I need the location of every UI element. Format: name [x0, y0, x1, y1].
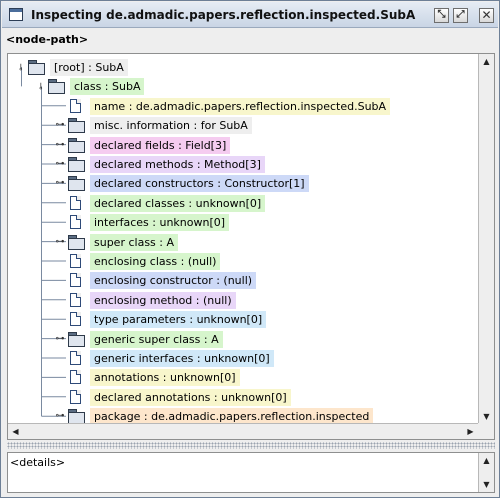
details-pane[interactable]: <details> ▲ ▼	[7, 452, 495, 493]
title-bar[interactable]: Inspecting de.admadic.papers.reflection.…	[2, 2, 498, 28]
tree-node-declared-methods[interactable]: ⊶ declared methods : Method[3]	[8, 155, 478, 173]
document-icon	[70, 273, 81, 288]
folder-icon	[68, 331, 85, 347]
document-icon	[70, 98, 81, 113]
scroll-up-icon[interactable]: ▲	[479, 54, 494, 69]
tree-vertical-scrollbar[interactable]: ▲ ▼	[478, 54, 494, 424]
window-icon	[9, 8, 23, 21]
tree-scroll-pane[interactable]: ⊸ [root] : SubA ⊸ class : SubA name : de.adm…	[7, 53, 495, 440]
document-icon	[70, 254, 81, 268]
tree-node-declared-annotations[interactable]: declared annotations : unknown[0]	[8, 388, 478, 406]
document-icon	[70, 370, 81, 385]
tree-node-label[interactable]: enclosing constructor : (null)	[90, 272, 257, 290]
details-scroll-up-icon[interactable]: ▲	[479, 453, 494, 468]
folder-icon	[28, 60, 45, 75]
folder-icon	[68, 409, 85, 424]
tree-node-generic-interfaces[interactable]: generic interfaces : unknown[0]	[8, 349, 478, 367]
maximize-icon[interactable]: ⤢	[453, 8, 468, 23]
tree-horizontal-scrollbar[interactable]: ◀ ▶	[8, 423, 478, 439]
tree-node-label[interactable]: name : de.admadic.papers.reflection.insp…	[90, 97, 391, 115]
expand-toggle-icon[interactable]: ⊶	[54, 177, 66, 189]
tree-node-declared-classes[interactable]: declared classes : unknown[0]	[8, 194, 478, 212]
inspection-tree[interactable]: ⊸ [root] : SubA ⊸ class : SubA name : de.adm…	[8, 54, 478, 424]
scroll-corner	[478, 423, 494, 439]
tree-node-label[interactable]: type parameters : unknown[0]	[90, 311, 267, 329]
document-icon	[70, 215, 81, 230]
document-icon	[70, 312, 81, 327]
tree-node-label[interactable]: declared constructors : Constructor[1]	[90, 175, 309, 193]
tree-node-interfaces[interactable]: interfaces : unknown[0]	[8, 213, 478, 232]
close-icon[interactable]: ✕	[479, 8, 494, 23]
tree-node-label[interactable]: enclosing class : (null)	[90, 253, 221, 270]
tree-node-label[interactable]: class : SubA	[70, 78, 145, 96]
tree-node-class[interactable]: ⊸ class : SubA	[8, 77, 478, 96]
tree-node-enclosing-constructor[interactable]: enclosing constructor : (null)	[8, 271, 478, 290]
folder-icon	[68, 157, 85, 172]
tree-node-label[interactable]: declared fields : Field[3]	[90, 136, 231, 154]
expand-toggle-icon[interactable]: ⊶	[54, 158, 66, 170]
details-vertical-scrollbar[interactable]: ▲ ▼	[478, 453, 494, 492]
tree-node-enclosing-method[interactable]: enclosing method : (null)	[8, 291, 478, 309]
collapse-toggle-icon[interactable]: ⊸	[14, 61, 26, 73]
tree-node-name[interactable]: name : de.admadic.papers.reflection.insp…	[8, 97, 478, 115]
document-icon	[70, 389, 81, 404]
document-icon	[70, 195, 81, 210]
tree-node-label[interactable]: interfaces : unknown[0]	[90, 214, 230, 232]
tree-node-generic-super-class[interactable]: ⊶ generic super class : A	[8, 330, 478, 348]
tree-node-enclosing-class[interactable]: enclosing class : (null)	[8, 252, 478, 270]
split-pane-divider[interactable]	[7, 442, 495, 449]
tree-node-type-parameters[interactable]: type parameters : unknown[0]	[8, 310, 478, 329]
collapse-toggle-icon[interactable]: ⊸	[34, 80, 46, 92]
folder-icon	[68, 137, 85, 153]
details-text: <details>	[10, 456, 66, 469]
tree-node-label[interactable]: enclosing method : (null)	[90, 291, 236, 309]
expand-toggle-icon[interactable]: ⊶	[54, 333, 66, 345]
tree-node-package[interactable]: ⊶ package : de.admadic.papers.reflection.…	[8, 407, 478, 424]
folder-icon	[68, 176, 85, 192]
iconify-icon[interactable]: ⤡	[434, 8, 449, 23]
tree-node-declared-fields[interactable]: ⊶ declared fields : Field[3]	[8, 136, 478, 154]
folder-icon	[68, 234, 85, 250]
tree-node-declared-constructors[interactable]: ⊶ declared constructors : Constructor[1]	[8, 174, 478, 193]
folder-icon	[68, 118, 85, 134]
tree-node-super-class[interactable]: ⊶ super class : A	[8, 233, 478, 251]
document-icon	[70, 292, 81, 307]
window-title: Inspecting de.admadic.papers.reflection.…	[31, 8, 416, 22]
expand-toggle-icon[interactable]: ⊶	[54, 139, 66, 151]
expand-toggle-icon[interactable]: ⊶	[54, 410, 66, 422]
tree-node-label[interactable]: misc. information : for SubA	[90, 117, 252, 135]
tree-node-label[interactable]: declared annotations : unknown[0]	[90, 388, 291, 406]
tree-node-label[interactable]: super class : A	[90, 233, 179, 251]
tree-node-misc-information[interactable]: ⊶ misc. information : for SubA	[8, 116, 478, 135]
document-icon	[70, 351, 81, 365]
tree-node-label[interactable]: declared methods : Method[3]	[90, 156, 265, 173]
expand-toggle-icon[interactable]: ⊶	[54, 119, 66, 131]
tree-node-root[interactable]: ⊸ [root] : SubA	[8, 58, 478, 76]
details-scroll-down-icon[interactable]: ▼	[479, 477, 494, 492]
tree-node-label[interactable]: annotations : unknown[0]	[90, 369, 240, 387]
tree-node-annotations[interactable]: annotations : unknown[0]	[8, 368, 478, 387]
scroll-down-icon[interactable]: ▼	[479, 409, 494, 424]
tree-node-label[interactable]: package : de.admadic.papers.reflection.i…	[90, 408, 374, 424]
node-path-label: <node-path>	[6, 33, 89, 46]
expand-toggle-icon[interactable]: ⊶	[54, 236, 66, 248]
scroll-right-icon[interactable]: ▶	[463, 424, 478, 439]
tree-node-label[interactable]: generic super class : A	[90, 330, 223, 348]
tree-node-label[interactable]: generic interfaces : unknown[0]	[90, 350, 274, 367]
scroll-left-icon[interactable]: ◀	[8, 424, 23, 439]
folder-icon	[48, 79, 65, 95]
tree-node-label[interactable]: [root] : SubA	[50, 59, 128, 76]
tree-node-label[interactable]: declared classes : unknown[0]	[90, 194, 266, 212]
inspector-window: Inspecting de.admadic.papers.reflection.…	[0, 0, 500, 498]
